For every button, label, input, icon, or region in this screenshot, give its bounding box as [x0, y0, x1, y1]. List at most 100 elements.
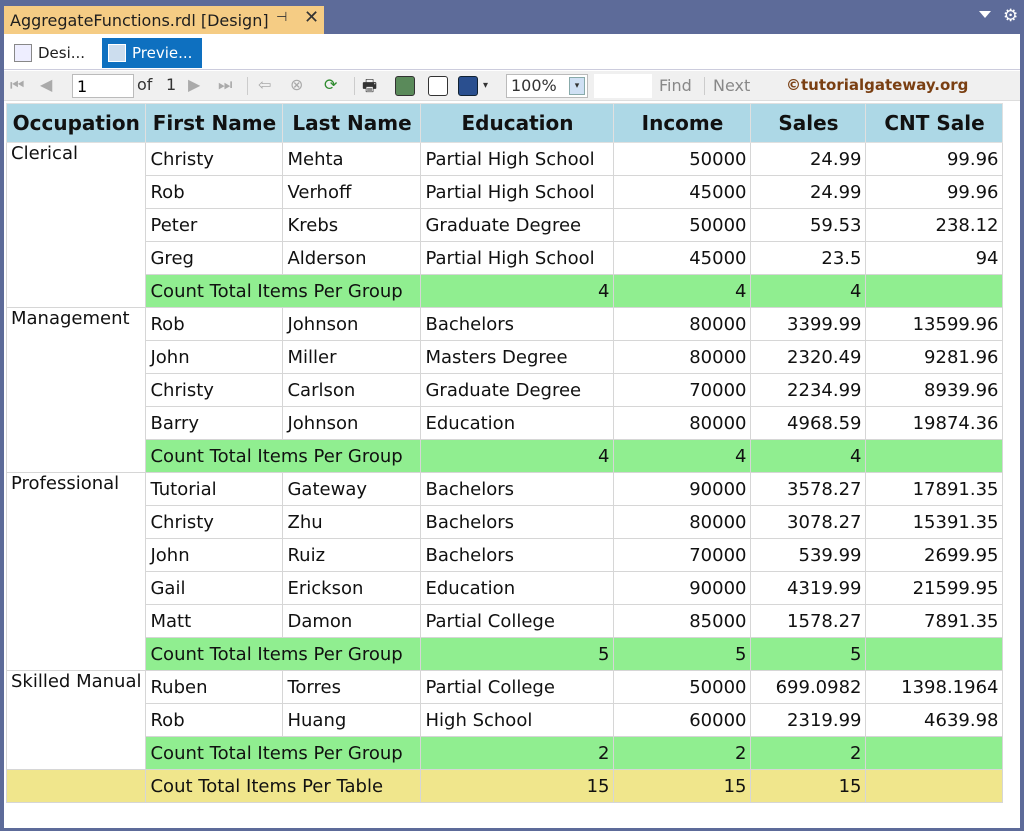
header-sales: Sales [750, 103, 867, 143]
income-cell: 80000 [613, 505, 752, 539]
tab-preview[interactable]: Previe... [102, 38, 202, 68]
document-tab-title: AggregateFunctions.rdl [Design] [10, 10, 269, 30]
income-cell: 70000 [613, 373, 752, 407]
table-row: John Miller Masters Degree 80000 2320.49… [7, 340, 1004, 374]
find-input[interactable] [594, 74, 652, 98]
group-total-sales: 4 [750, 274, 867, 308]
zoom-select[interactable]: 100% ▾ [506, 74, 588, 98]
sales-cell: 2319.99 [750, 703, 867, 737]
table-total-row: Cout Total Items Per Table 15 15 15 [5, 769, 1004, 803]
group-total-label: Count Total Items Per Group [145, 637, 422, 671]
export-icon[interactable] [458, 76, 478, 96]
table-row: Rob Verhoff Partial High School 45000 24… [7, 175, 1004, 209]
table-row: Greg Alderson Partial High School 45000 … [7, 241, 1004, 275]
document-tab-strip: AggregateFunctions.rdl [Design] ⊣ ✕ ⚙ [0, 0, 1024, 34]
table-row: Rob Huang High School 60000 2319.99 4639… [7, 703, 1004, 737]
group-total-empty [865, 274, 1004, 308]
occupation-cell: Management [5, 307, 147, 473]
zoom-dropdown-icon[interactable]: ▾ [569, 77, 585, 95]
group-total-education: 2 [420, 736, 615, 770]
page-total: 1 [166, 75, 177, 94]
page-number-input[interactable] [72, 74, 134, 98]
income-cell: 80000 [613, 307, 752, 341]
table-row: Professional Tutorial Gateway Bachelors … [5, 472, 1004, 671]
group-total-education: 4 [420, 274, 615, 308]
page-setup-icon[interactable] [428, 76, 448, 96]
first-name-cell: Matt [145, 604, 284, 638]
tab-list-dropdown-icon[interactable] [979, 11, 991, 18]
education-cell: Graduate Degree [420, 373, 615, 407]
print-layout-icon[interactable] [395, 76, 415, 96]
toolbar-separator [247, 77, 248, 95]
export-dropdown-icon[interactable]: ▾ [483, 80, 488, 91]
tab-preview-label: Previe... [132, 44, 193, 62]
report-toolbar: ⏮ ◀ of 1 ▶ ⏭ ⇦ ⊗ ⟳ 🖶 ▾ 100% ▾ Find Next … [4, 71, 1020, 101]
first-name-cell: John [145, 340, 284, 374]
group-total-income: 2 [613, 736, 752, 770]
education-cell: Partial High School [420, 175, 615, 209]
last-name-cell: Mehta [282, 142, 422, 176]
previous-page-icon[interactable]: ◀ [40, 75, 52, 94]
next-page-icon[interactable]: ▶ [188, 75, 200, 94]
last-name-cell: Damon [282, 604, 422, 638]
group-total-sales: 5 [750, 637, 867, 671]
table-total-empty [5, 769, 147, 803]
group-total-row: Count Total Items Per Group 2 2 2 [7, 736, 1004, 770]
cnt-sale-cell: 21599.95 [865, 571, 1004, 605]
sales-cell: 2320.49 [750, 340, 867, 374]
group-total-row: Count Total Items Per Group 4 4 4 [7, 274, 1004, 308]
header-occupation: Occupation [5, 103, 147, 143]
last-page-icon[interactable]: ⏭ [218, 75, 232, 95]
education-cell: Partial High School [420, 241, 615, 275]
next-link[interactable]: Next [713, 76, 750, 95]
sales-cell: 3399.99 [750, 307, 867, 341]
income-cell: 50000 [613, 208, 752, 242]
cnt-sale-cell: 17891.35 [865, 472, 1004, 506]
pin-icon[interactable]: ⊣ [276, 10, 287, 25]
table-row: Gail Erickson Education 90000 4319.99 21… [7, 571, 1004, 605]
find-link[interactable]: Find [659, 76, 692, 95]
table-total-empty [865, 769, 1004, 803]
education-cell: Bachelors [420, 538, 615, 572]
back-icon[interactable]: ⇦ [258, 75, 271, 94]
table-total-label: Cout Total Items Per Table [145, 769, 422, 803]
first-name-cell: Greg [145, 241, 284, 275]
last-name-cell: Carlson [282, 373, 422, 407]
last-name-cell: Zhu [282, 505, 422, 539]
education-cell: Masters Degree [420, 340, 615, 374]
table-row: Peter Krebs Graduate Degree 50000 59.53 … [7, 208, 1004, 242]
header-row: Occupation First Name Last Name Educatio… [5, 103, 1004, 143]
group-total-label: Count Total Items Per Group [145, 274, 422, 308]
refresh-icon[interactable]: ⟳ [324, 75, 337, 94]
sales-cell: 23.5 [750, 241, 867, 275]
education-cell: Education [420, 406, 615, 440]
report-panel: Desi... Previe... ⏮ ◀ of 1 ▶ ⏭ ⇦ ⊗ ⟳ 🖶 ▾… [4, 34, 1020, 828]
group-total-income: 4 [613, 439, 752, 473]
occupation-cell: Professional [5, 472, 147, 671]
education-cell: Bachelors [420, 505, 615, 539]
income-cell: 50000 [613, 142, 752, 176]
last-name-cell: Miller [282, 340, 422, 374]
education-cell: Partial College [420, 670, 615, 704]
group-total-income: 5 [613, 637, 752, 671]
document-tab[interactable]: AggregateFunctions.rdl [Design] ⊣ ✕ [4, 6, 324, 34]
group-total-empty [865, 439, 1004, 473]
design-icon [14, 44, 32, 62]
cnt-sale-cell: 238.12 [865, 208, 1004, 242]
first-page-icon[interactable]: ⏮ [10, 75, 24, 95]
education-cell: Education [420, 571, 615, 605]
gear-icon[interactable]: ⚙ [1003, 6, 1018, 26]
close-icon[interactable]: ✕ [304, 7, 319, 28]
last-name-cell: Huang [282, 703, 422, 737]
stop-icon[interactable]: ⊗ [290, 75, 303, 94]
first-name-cell: Christy [145, 142, 284, 176]
print-icon[interactable]: 🖶 [362, 75, 377, 102]
income-cell: 85000 [613, 604, 752, 638]
tab-design[interactable]: Desi... [8, 38, 100, 68]
education-cell: Bachelors [420, 472, 615, 506]
group-total-education: 4 [420, 439, 615, 473]
group-total-row: Count Total Items Per Group 5 5 5 [7, 637, 1004, 671]
header-first-name: First Name [145, 103, 284, 143]
first-name-cell: Rob [145, 307, 284, 341]
table-total-sales: 15 [750, 769, 867, 803]
